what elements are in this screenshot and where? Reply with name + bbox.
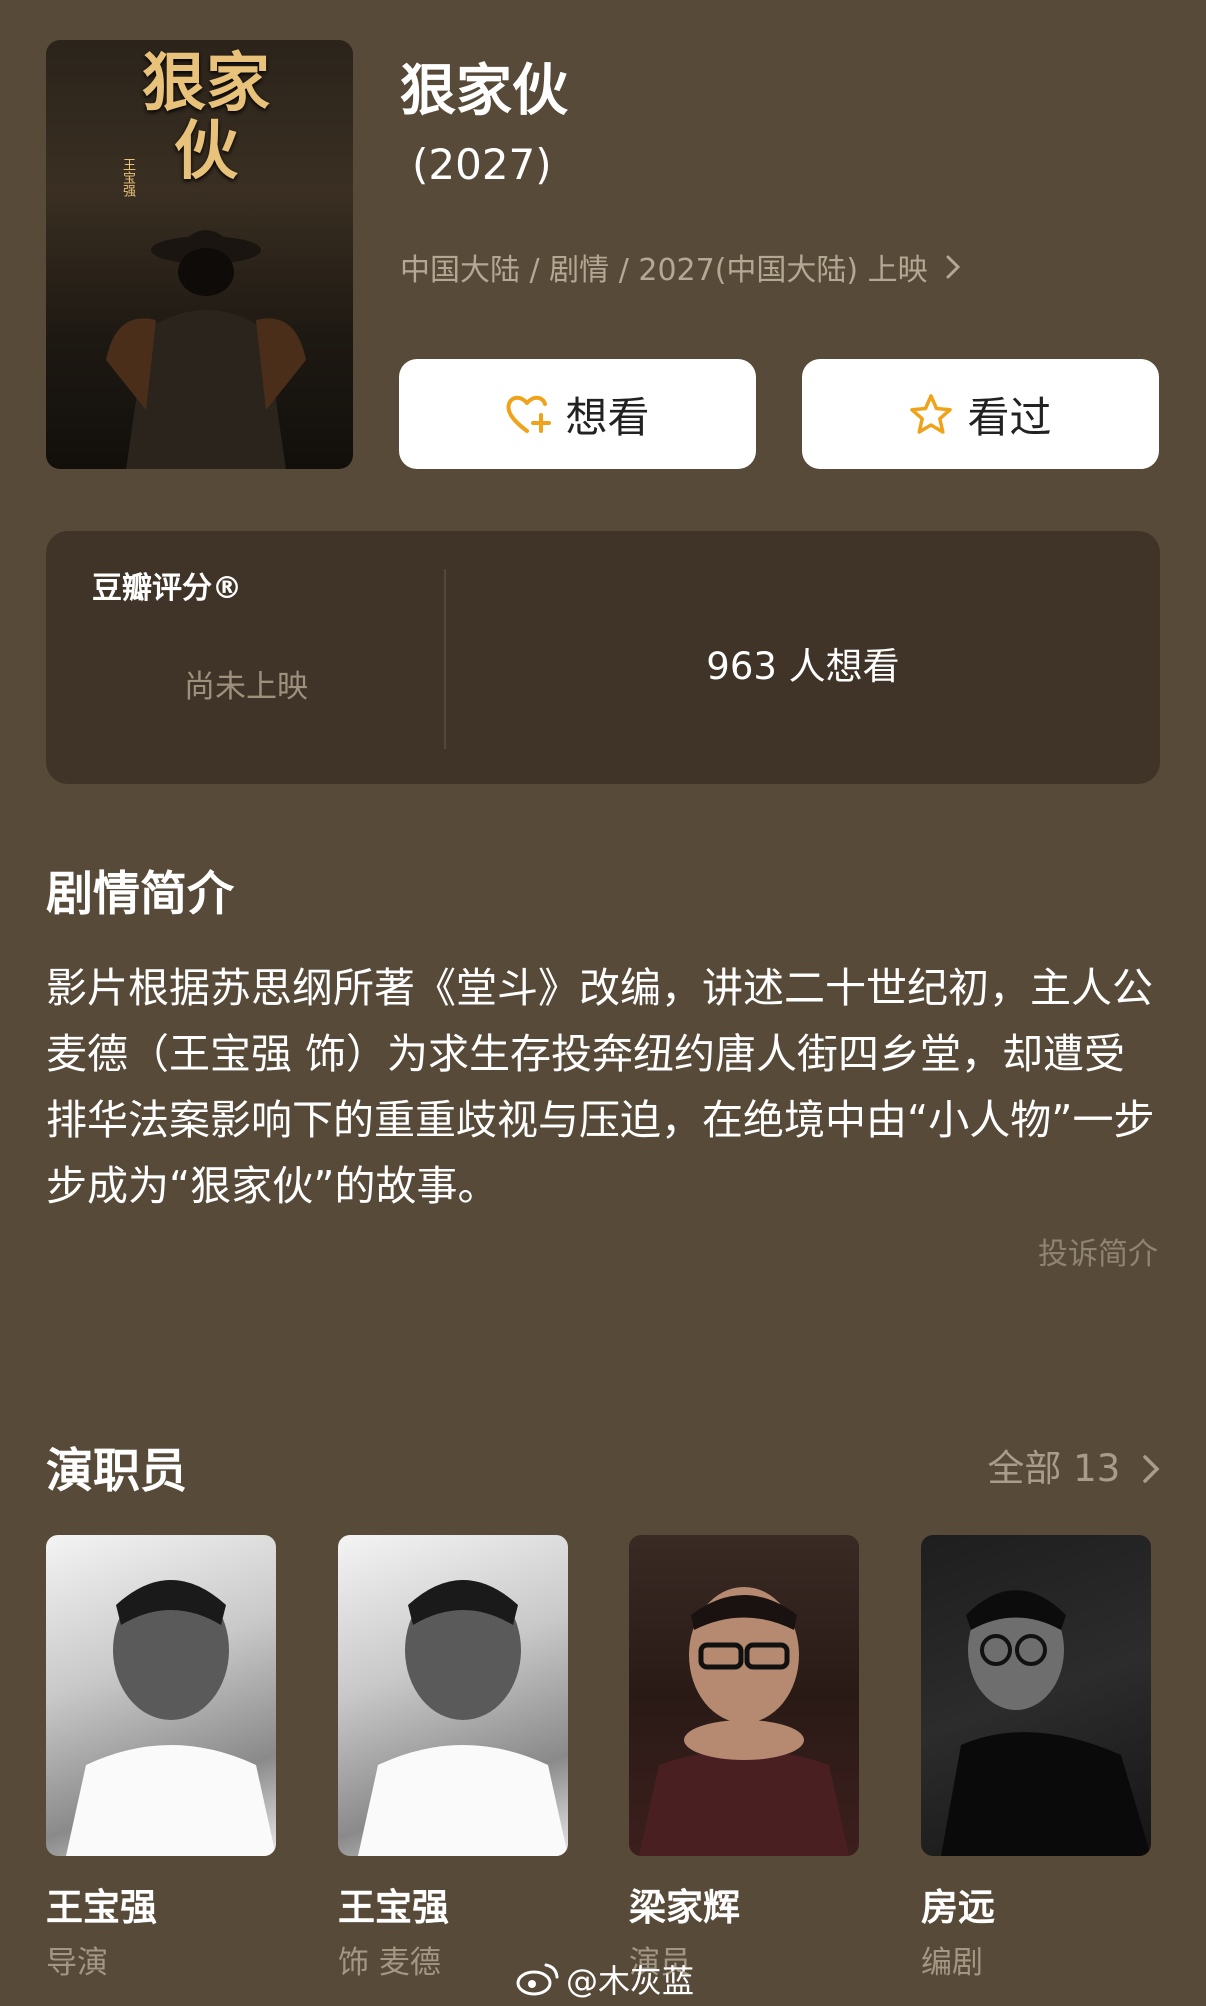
rating-value: 尚未上映 <box>184 669 308 705</box>
cast-member-photo <box>46 1535 276 1856</box>
movie-meta-text: 中国大陆 / 剧情 / 2027(中国大陆) 上映 <box>400 253 928 288</box>
weibo-icon <box>516 1963 559 1996</box>
cast-member-role: 导演 <box>46 1945 108 1981</box>
movie-poster[interactable]: 狠家伙 王宝强 <box>46 40 353 469</box>
star-icon <box>910 394 953 434</box>
chevron-right-icon <box>936 253 962 288</box>
rating-panel: 豆瓣评分® 尚未上映 963 人想看 <box>46 531 1160 784</box>
cast-member-card[interactable]: 王宝强 导演 <box>46 1535 276 1981</box>
poster-actor-credit: 王宝强 <box>120 158 135 197</box>
heart-plus-icon <box>507 395 552 433</box>
cast-member-role: 编剧 <box>921 1945 983 1981</box>
movie-meta-link[interactable]: 中国大陆 / 剧情 / 2027(中国大陆) 上映 <box>400 245 961 289</box>
want-to-watch-button[interactable]: 想看 <box>399 359 756 469</box>
synopsis-heading: 剧情简介 <box>46 867 234 922</box>
cast-member-card[interactable]: 梁家辉 演员 <box>629 1535 859 1981</box>
movie-title: 狠家伙 <box>400 59 568 124</box>
cast-member-name: 梁家辉 <box>629 1886 740 1929</box>
cast-member-card[interactable]: 房远 编剧 <box>921 1535 1151 1981</box>
cast-member-card[interactable]: 王宝强 饰 麦德 <box>338 1535 568 1981</box>
movie-year: (2027) <box>412 140 552 189</box>
cast-all-link[interactable]: 全部 13 <box>987 1438 1160 1492</box>
cast-heading: 演职员 <box>46 1444 187 1499</box>
chevron-right-icon <box>1143 1455 1160 1483</box>
douban-rating-label: 豆瓣评分® <box>92 571 242 606</box>
want-count[interactable]: 963 人想看 <box>446 636 1160 690</box>
cast-member-photo <box>921 1535 1151 1856</box>
weibo-watermark: @木灰蓝 <box>516 1956 694 2002</box>
poster-title-art: 狠家伙 <box>142 46 270 189</box>
cast-member-photo <box>629 1535 859 1856</box>
cast-member-name: 王宝强 <box>46 1886 157 1929</box>
poster-figure-illustration <box>106 230 306 469</box>
synopsis-text: 影片根据苏思纲所著《堂斗》改编，讲述二十世纪初，主人公麦德（王宝强 饰）为求生存… <box>46 964 1155 1210</box>
watched-button[interactable]: 看过 <box>802 359 1159 469</box>
cast-all-label: 全部 13 <box>987 1447 1121 1490</box>
cast-member-photo <box>338 1535 568 1856</box>
watched-label: 看过 <box>967 392 1052 442</box>
cast-member-role: 饰 麦德 <box>338 1945 441 1981</box>
watermark-text: @木灰蓝 <box>566 1962 695 2000</box>
cast-member-name: 王宝强 <box>338 1886 449 1929</box>
cast-member-name: 房远 <box>921 1886 995 1929</box>
report-synopsis-link[interactable]: 投诉简介 <box>1038 1229 1158 1273</box>
want-to-watch-label: 想看 <box>565 392 650 442</box>
